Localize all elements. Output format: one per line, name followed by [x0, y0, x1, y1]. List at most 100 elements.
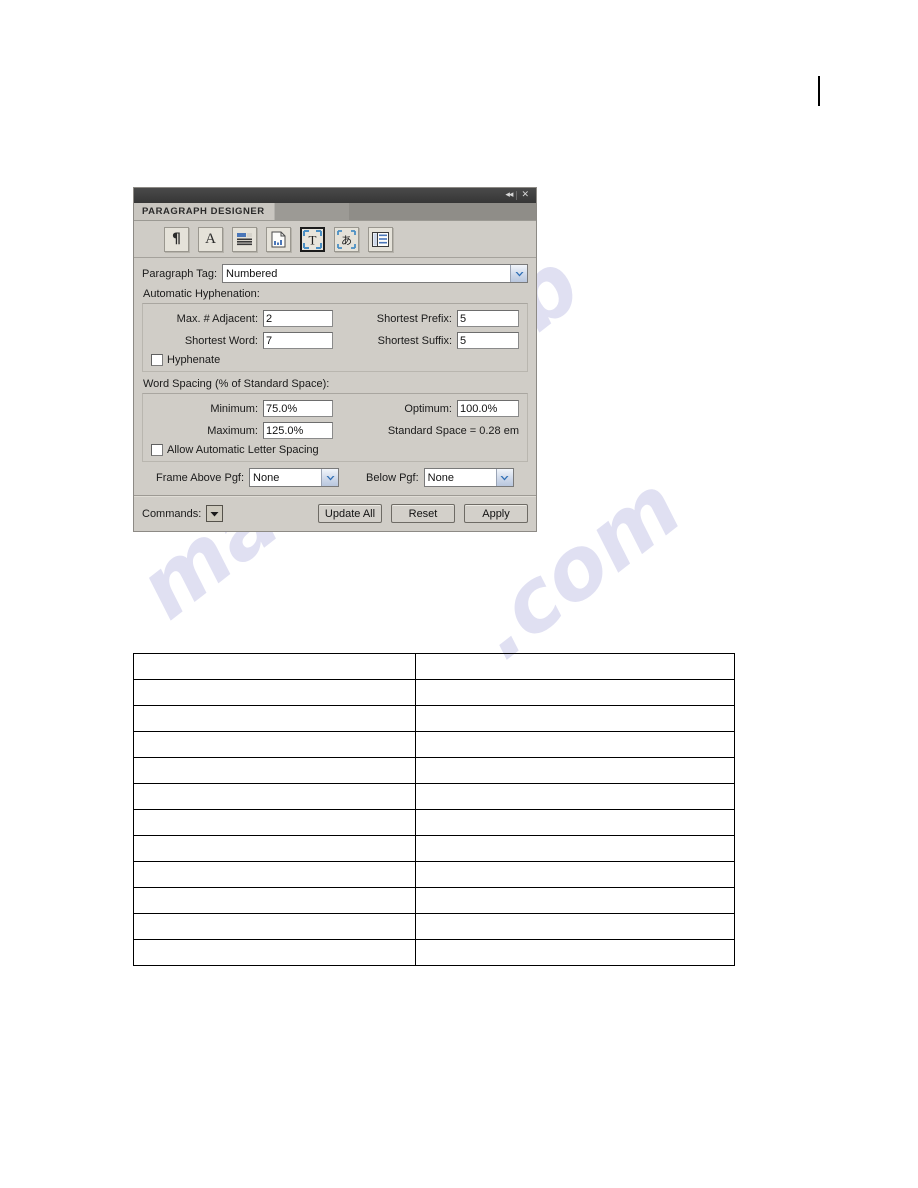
table-cell	[414, 783, 736, 810]
toolbar-default-font-button[interactable]: A	[198, 226, 223, 252]
commands-label: Commands:	[142, 507, 202, 520]
max-adjacent-cell: Max. # Adjacent: 2	[151, 310, 333, 327]
shortest-suffix-cell: Shortest Suffix: 5	[333, 332, 519, 349]
minimum-input[interactable]: 75.0%	[263, 400, 333, 417]
chevron-down-icon[interactable]	[321, 469, 339, 486]
table-row	[133, 705, 736, 732]
table-cell	[133, 653, 416, 680]
shortest-prefix-input[interactable]: 5	[457, 310, 519, 327]
apply-button[interactable]: Apply	[464, 504, 528, 523]
table-cell	[414, 731, 736, 758]
minimum-cell: Minimum: 75.0%	[151, 400, 333, 417]
pagination-lines-icon	[237, 232, 252, 245]
minimum-label: Minimum:	[210, 402, 258, 415]
hyphenate-checkbox-row[interactable]: Hyphenate	[151, 354, 519, 366]
hyphenation-row-1: Max. # Adjacent: 2 Shortest Prefix: 5	[151, 310, 519, 327]
table-cell	[414, 835, 736, 862]
advanced-t-icon: T	[303, 229, 322, 249]
hyphenate-label: Hyphenate	[167, 354, 221, 366]
table-cell	[414, 809, 736, 836]
table-cell	[133, 835, 416, 862]
optimum-input[interactable]: 100.0%	[457, 400, 519, 417]
asian-character-icon: あ	[337, 229, 356, 249]
shortest-word-input[interactable]: 7	[263, 332, 333, 349]
panel-titlebar: ◂◂ ✕	[134, 188, 536, 203]
table-row	[133, 861, 736, 888]
letter-a-icon: A	[205, 230, 216, 247]
maximum-label: Maximum:	[207, 424, 258, 437]
standard-space-cell: Standard Space = 0.28 em	[333, 425, 519, 437]
shortest-prefix-label: Shortest Prefix:	[376, 312, 452, 325]
shortest-suffix-input[interactable]: 5	[457, 332, 519, 349]
letter-spacing-checkbox[interactable]	[151, 444, 163, 456]
page-number-icon	[271, 231, 286, 247]
panel-body: Paragraph Tag: Numbered Automatic Hyphen…	[134, 258, 536, 487]
table-cell	[133, 783, 416, 810]
page-crop-mark	[818, 76, 820, 106]
standard-space-text: Standard Space = 0.28 em	[387, 424, 519, 437]
triangle-down-icon	[210, 511, 219, 516]
table-cell	[414, 887, 736, 914]
frame-above-label: Frame Above Pgf:	[156, 471, 245, 484]
table-cell	[133, 705, 416, 732]
word-spacing-group: Minimum: 75.0% Optimum: 100.0% Maximum: …	[142, 393, 528, 462]
frame-above-select[interactable]: None	[249, 468, 340, 487]
shortest-prefix-cell: Shortest Prefix: 5	[333, 310, 519, 327]
pilcrow-icon: ¶	[172, 231, 181, 247]
hyphenation-group: Max. # Adjacent: 2 Shortest Prefix: 5 Sh…	[142, 303, 528, 372]
tabstrip-filler	[273, 203, 349, 220]
paragraph-tag-row: Paragraph Tag: Numbered	[142, 264, 528, 283]
table-row	[133, 809, 736, 836]
chevron-down-icon[interactable]	[495, 469, 513, 486]
shortest-word-label: Shortest Word:	[184, 334, 258, 347]
max-adjacent-input[interactable]: 2	[263, 310, 333, 327]
svg-text:T: T	[309, 232, 317, 247]
toolbar-table-cell-button[interactable]	[368, 226, 393, 252]
paragraph-designer-panel: ◂◂ ✕ PARAGRAPH DESIGNER ¶ A T あ Paragrap…	[133, 187, 537, 532]
close-icon[interactable]: ✕	[518, 191, 532, 200]
document-table-body	[133, 653, 736, 966]
table-cell	[133, 913, 416, 940]
frames-row: Frame Above Pgf: None Below Pgf: None	[142, 468, 528, 487]
table-cell	[414, 861, 736, 888]
letter-spacing-checkbox-row[interactable]: Allow Automatic Letter Spacing	[151, 444, 519, 456]
frame-below-label: Below Pgf:	[366, 471, 419, 484]
toolbar-advanced-button[interactable]: T	[300, 226, 325, 252]
commands-dropdown-button[interactable]	[206, 505, 224, 522]
table-cell	[414, 679, 736, 706]
toolbar-pagination-button[interactable]	[232, 226, 257, 252]
frame-below-select[interactable]: None	[423, 468, 514, 487]
tab-paragraph-designer[interactable]: PARAGRAPH DESIGNER	[134, 203, 274, 220]
table-cell	[414, 913, 736, 940]
panel-footer: Commands: Update All Reset Apply	[134, 497, 536, 531]
table-cell-lines-icon	[372, 231, 389, 247]
optimum-cell: Optimum: 100.0%	[333, 400, 519, 417]
collapse-icon[interactable]: ◂◂	[502, 191, 515, 200]
hyphenate-checkbox[interactable]	[151, 354, 163, 366]
table-row	[133, 835, 736, 862]
chevron-down-icon[interactable]	[510, 265, 527, 282]
hyphenation-group-label: Automatic Hyphenation:	[143, 288, 260, 300]
toolbar-basic-properties-button[interactable]: ¶	[164, 226, 189, 252]
reset-button[interactable]: Reset	[391, 504, 455, 523]
update-all-button[interactable]: Update All	[318, 504, 382, 523]
maximum-input[interactable]: 125.0%	[263, 422, 333, 439]
paragraph-tag-label: Paragraph Tag:	[142, 267, 218, 280]
table-cell	[133, 809, 416, 836]
paragraph-tag-value: Numbered	[226, 267, 278, 280]
svg-text:あ: あ	[341, 234, 352, 247]
table-cell	[414, 705, 736, 732]
table-row	[133, 913, 736, 940]
table-cell	[414, 939, 736, 966]
table-cell	[133, 679, 416, 706]
table-row	[133, 653, 736, 680]
max-adjacent-label: Max. # Adjacent:	[176, 312, 258, 325]
table-cell	[414, 757, 736, 784]
toolbar-asian-typography-button[interactable]: あ	[334, 226, 359, 252]
titlebar-divider	[516, 191, 518, 200]
table-row	[133, 757, 736, 784]
table-cell	[133, 887, 416, 914]
toolbar-numbering-button[interactable]	[266, 226, 291, 252]
paragraph-tag-select[interactable]: Numbered	[222, 264, 528, 283]
page-watermark: manualslib .com	[0, 0, 918, 1188]
